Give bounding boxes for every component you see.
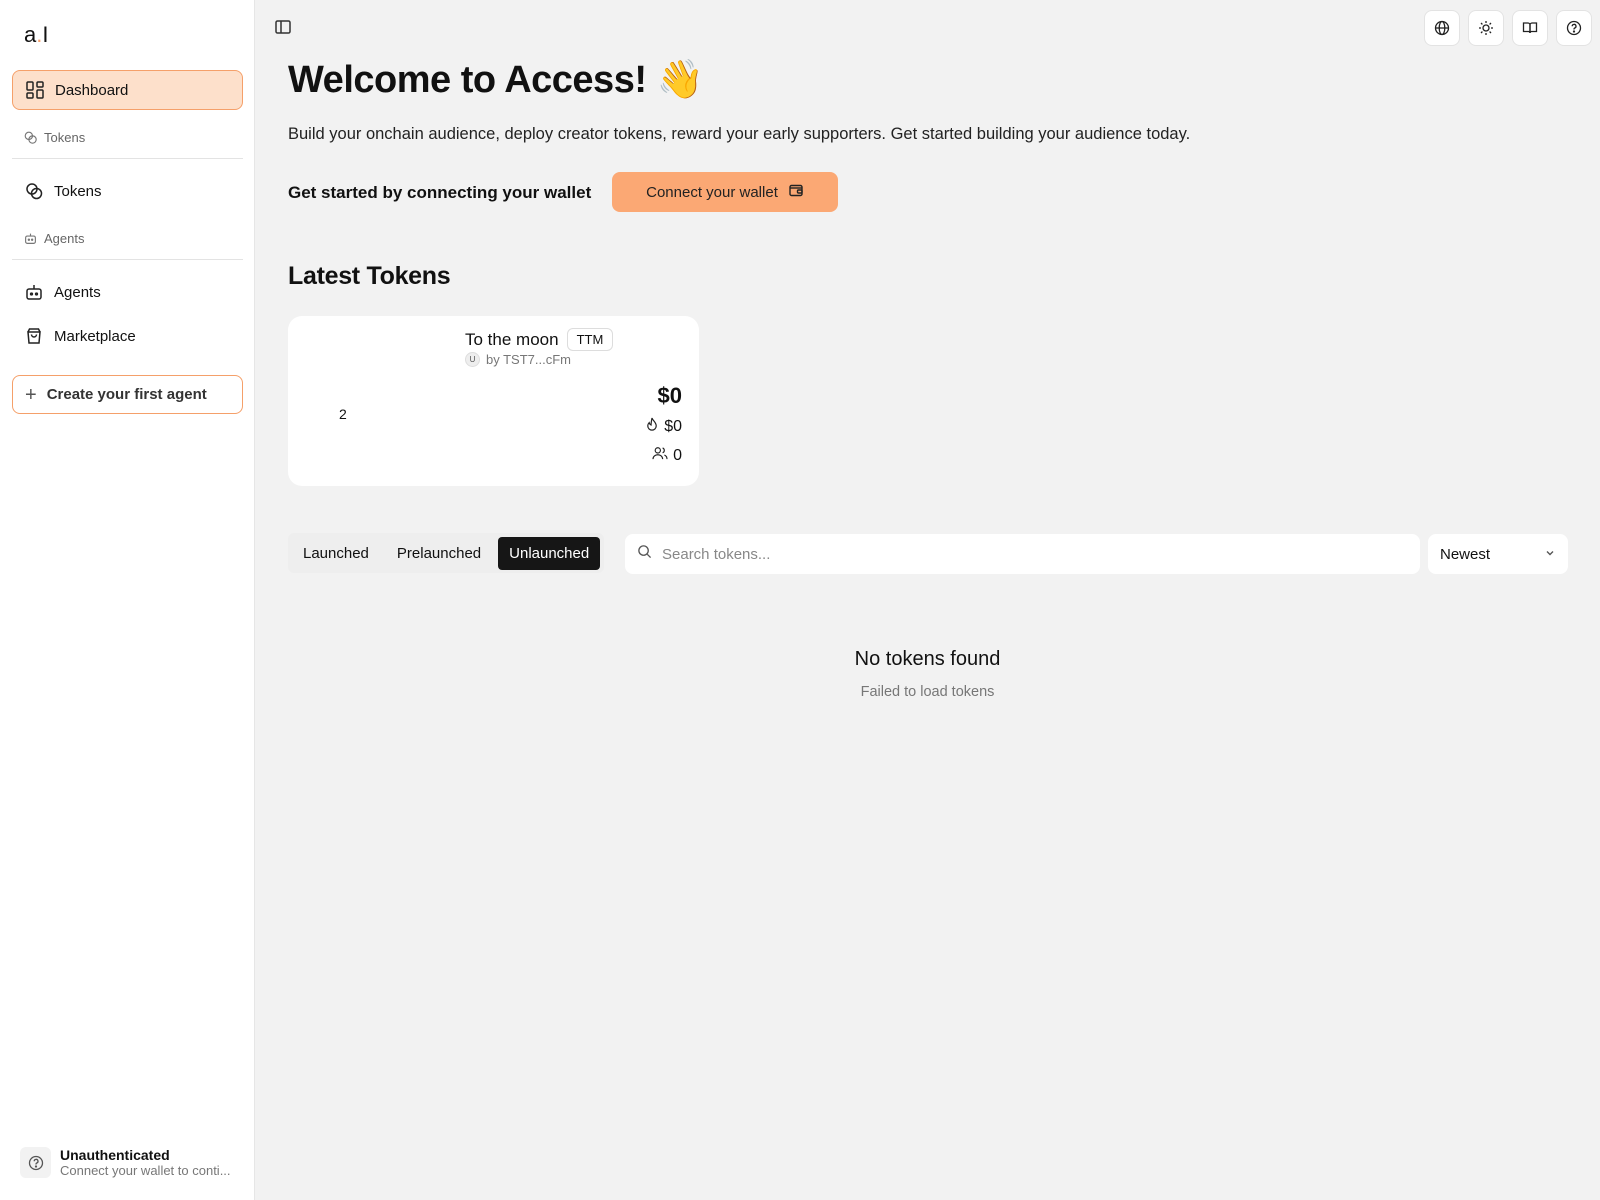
token-creator[interactable]: U by TST7...cFm [465, 352, 571, 367]
sidebar-item-dashboard[interactable]: Dashboard [12, 70, 243, 110]
token-image: 2 [339, 406, 347, 422]
sidebar-item-label: Marketplace [54, 327, 136, 345]
search-input[interactable] [662, 545, 1362, 563]
section-label-agents: Agents [24, 231, 84, 246]
wallet-icon [788, 182, 804, 202]
flame-icon [645, 417, 659, 437]
bot-icon [24, 282, 44, 302]
sidebar-item-label: Dashboard [55, 81, 129, 99]
sidebar-item-label: Agents [54, 283, 101, 301]
token-name: To the moon [465, 329, 559, 349]
book-icon[interactable] [1512, 10, 1548, 46]
page-title: Welcome to Access! 👋 [288, 59, 704, 101]
header-actions [1424, 10, 1592, 46]
create-agent-button[interactable]: + Create your first agent [12, 375, 243, 414]
users-icon [652, 446, 668, 465]
avatar: U [465, 352, 480, 367]
token-card[interactable]: 2 To the moon TTM U by TST7...cFm $0 $0 … [288, 316, 699, 486]
sidebar-item-tokens[interactable]: Tokens [12, 171, 243, 211]
empty-state-subtitle: Failed to load tokens [860, 684, 995, 700]
divider [12, 259, 243, 260]
search-box [625, 534, 1420, 574]
bot-icon [24, 232, 38, 246]
sun-icon[interactable] [1468, 10, 1504, 46]
sidebar-toggle-icon[interactable] [274, 18, 292, 36]
coins-icon [24, 131, 38, 145]
sort-select[interactable]: Newest [1428, 534, 1568, 574]
app-logo[interactable]: a.I [24, 22, 49, 48]
help-icon[interactable] [1556, 10, 1592, 46]
token-price: $0 [657, 383, 682, 408]
tab-unlaunched[interactable]: Unlaunched [498, 536, 601, 570]
sidebar-item-agents[interactable]: Agents [12, 272, 243, 312]
sidebar-item-label: Tokens [54, 182, 102, 200]
sidebar-item-marketplace[interactable]: Marketplace [12, 316, 243, 356]
page-subtitle: Build your onchain audience, deploy crea… [288, 125, 1191, 143]
auth-status[interactable]: Unauthenticated Connect your wallet to c… [20, 1147, 235, 1178]
latest-tokens-heading: Latest Tokens [288, 262, 451, 290]
search-icon [637, 544, 652, 564]
sidebar: a.I Dashboard Tokens Tokens Agents Agent… [0, 0, 255, 1200]
token-volume: $0 [645, 417, 682, 437]
tab-launched[interactable]: Launched [292, 537, 380, 570]
globe-icon[interactable] [1424, 10, 1460, 46]
dashboard-icon [25, 80, 45, 100]
token-holders: 0 [652, 446, 682, 465]
plus-icon: + [25, 383, 37, 406]
token-symbol-badge: TTM [566, 328, 614, 351]
chevron-down-icon [1544, 546, 1556, 563]
help-icon [20, 1147, 51, 1178]
empty-state-title: No tokens found [854, 648, 1001, 670]
auth-title: Unauthenticated [60, 1147, 170, 1163]
divider [12, 158, 243, 159]
token-status-tabs: Launched Prelaunched Unlaunched [288, 533, 605, 573]
connect-prompt: Get started by connecting your wallet [288, 183, 592, 202]
coins-icon [24, 181, 44, 201]
tab-prelaunched[interactable]: Prelaunched [386, 537, 492, 570]
auth-subtitle: Connect your wallet to conti... [60, 1163, 231, 1178]
shopping-bag-icon [24, 326, 44, 346]
token-title: To the moon TTM [465, 328, 614, 351]
section-label-tokens: Tokens [24, 130, 85, 145]
connect-wallet-button[interactable]: Connect your wallet [612, 172, 838, 212]
